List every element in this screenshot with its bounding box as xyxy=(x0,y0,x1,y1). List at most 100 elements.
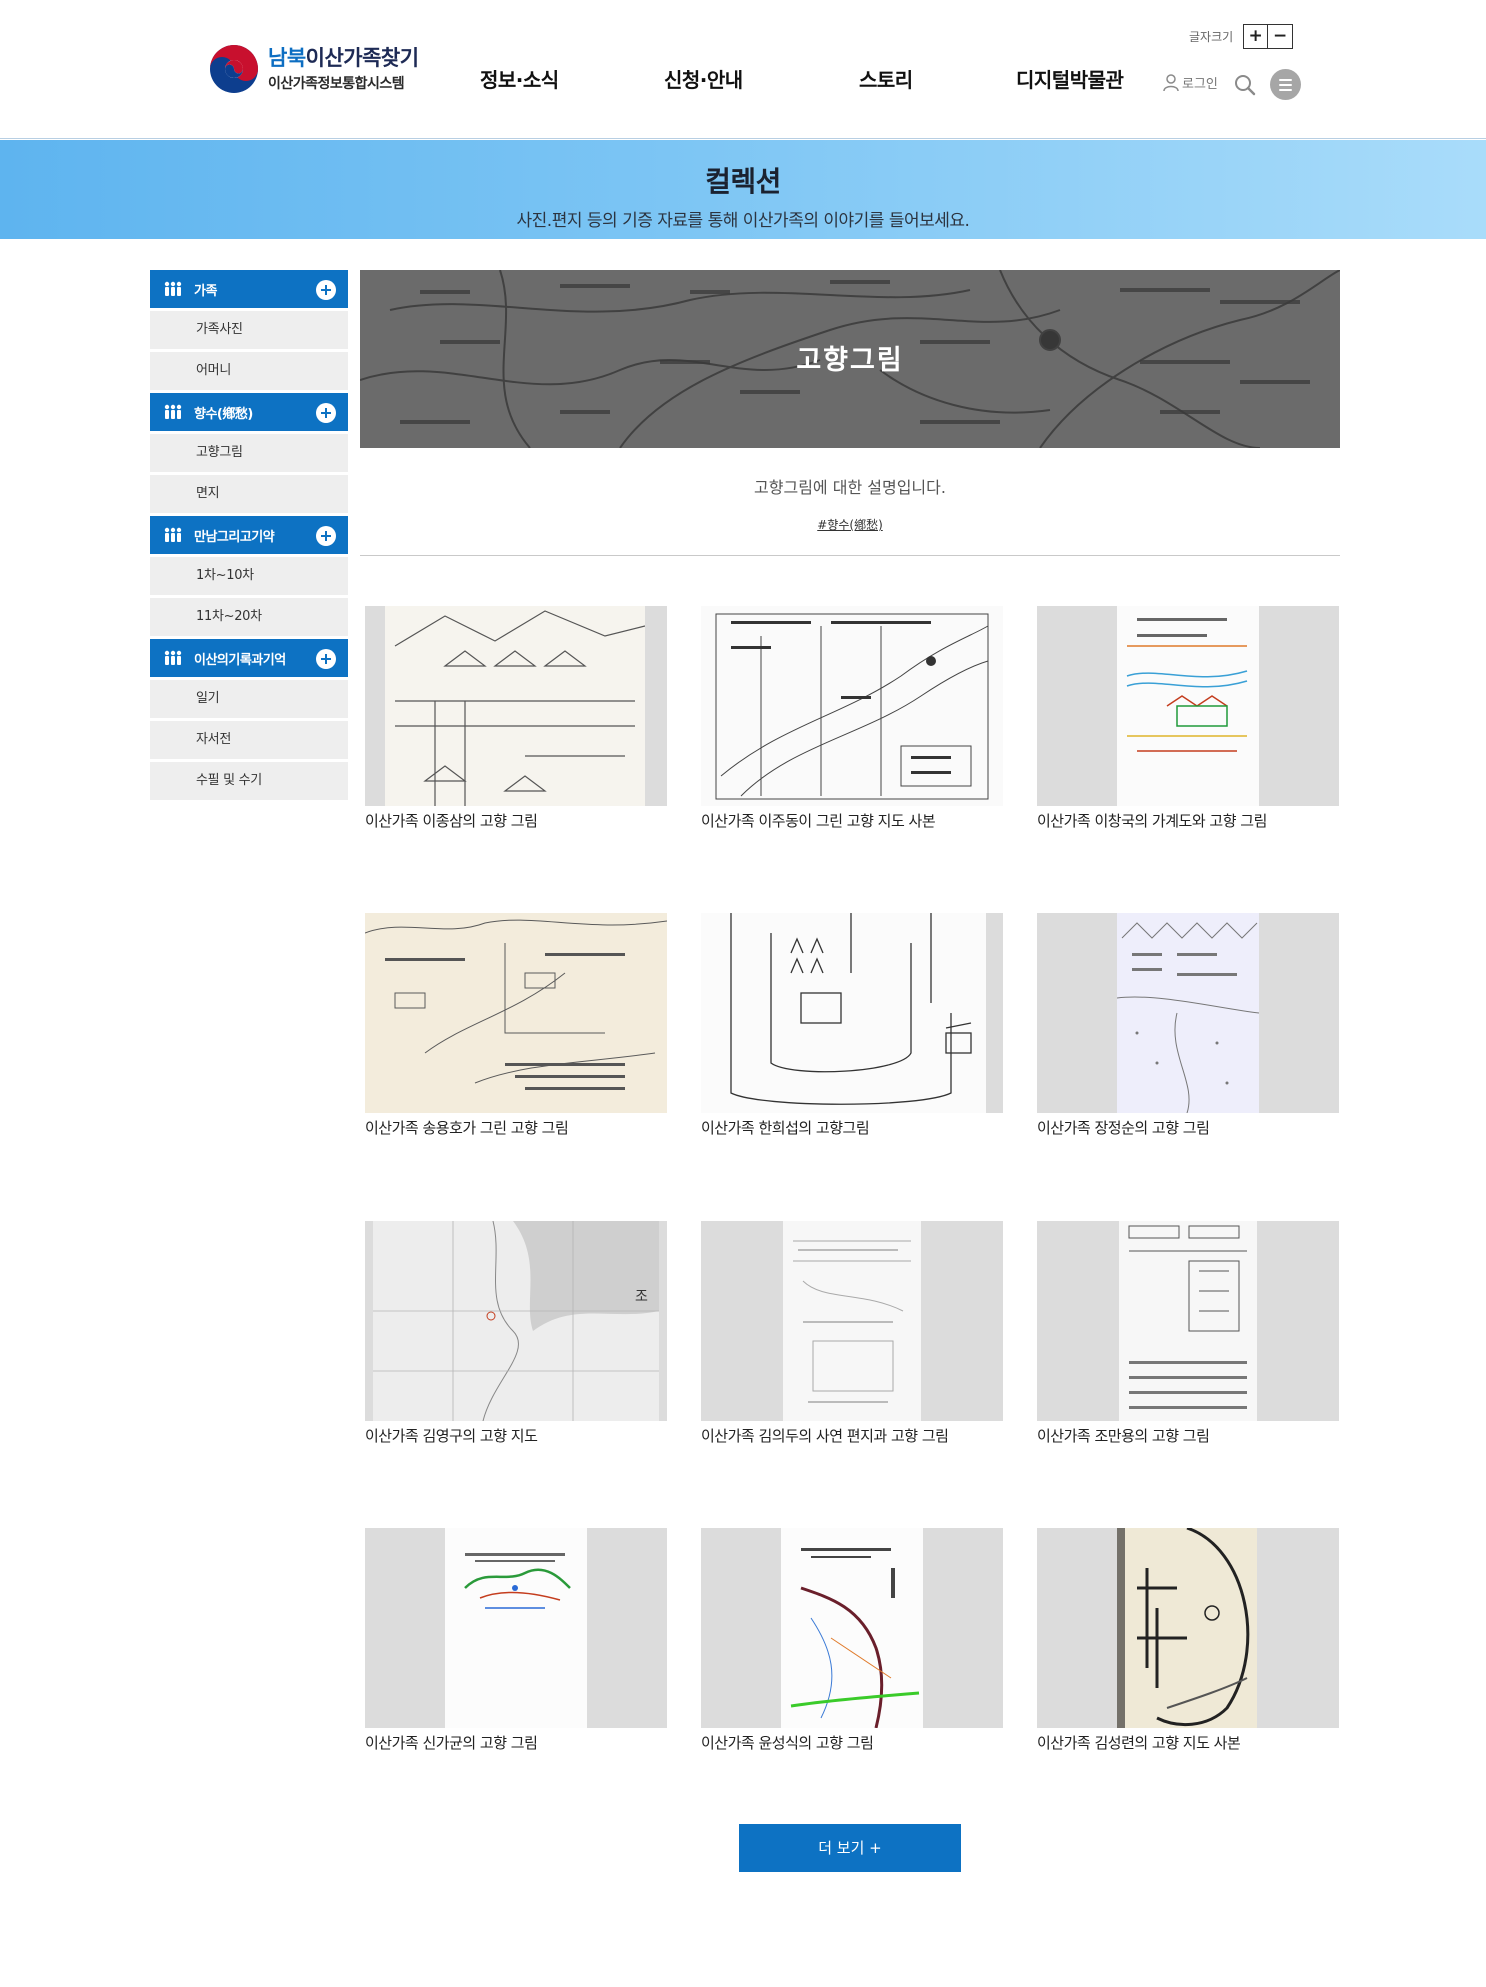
login-label: 로그인 xyxy=(1182,77,1218,92)
sidebar-group-label: 이산의기록과기억 xyxy=(194,652,286,668)
sidebar-group-label: 향수(鄕愁) xyxy=(194,406,253,422)
search-icon[interactable] xyxy=(1234,74,1256,96)
collection-card[interactable]: 이산가족 이주동이 그린 고향 지도 사본 xyxy=(701,606,1003,831)
collection-card[interactable]: 이산가족 조만용의 고향 그림 xyxy=(1037,1221,1339,1446)
collection-card[interactable]: 조 이산가족 김영구의 고향 지도 xyxy=(365,1221,667,1446)
thumbnail xyxy=(701,1528,1003,1728)
collection-card[interactable]: 이산가족 한희섭의 고향그림 xyxy=(701,913,1003,1138)
thumbnail xyxy=(701,913,1003,1113)
page-title: 컬렉션 xyxy=(705,165,781,198)
sidebar-item-hometown-drawing[interactable]: 고향그림 xyxy=(150,434,348,472)
drawing-image xyxy=(394,610,645,806)
sidebar-item-mother[interactable]: 어머니 xyxy=(150,352,348,390)
hamburger-menu-button[interactable] xyxy=(1270,69,1301,100)
sidebar-item-diary[interactable]: 일기 xyxy=(150,680,348,718)
card-title: 이산가족 윤성식의 고향 그림 xyxy=(701,1734,874,1752)
hamburger-icon-line xyxy=(1279,84,1292,86)
drawing-image xyxy=(1128,1225,1247,1409)
divider xyxy=(360,555,1340,556)
sidebar-item-essay[interactable]: 수필 및 수기 xyxy=(150,762,348,800)
card-title: 이산가족 김영구의 고향 지도 xyxy=(365,1427,538,1445)
card-title: 이산가족 이창국의 가계도와 고향 그림 xyxy=(1037,812,1267,830)
thumbnail xyxy=(1037,1221,1339,1421)
card-title: 이산가족 이종삼의 고향 그림 xyxy=(365,812,538,830)
login-link[interactable]: 로그인 xyxy=(1163,73,1218,92)
collection-card[interactable]: 이산가족 장정순의 고향 그림 xyxy=(1037,913,1339,1138)
card-title: 이산가족 김의두의 사연 편지과 고향 그림 xyxy=(701,1427,949,1445)
plus-circle-icon[interactable] xyxy=(316,280,336,300)
people-icon xyxy=(164,281,182,296)
side-navigation: 가족 가족사진 어머니 향수(鄕愁) 고향그림 면지 만남그리고기약 1차~10… xyxy=(150,270,348,803)
card-title: 이산가족 조만용의 고향 그림 xyxy=(1037,1427,1210,1445)
collection-card[interactable]: 이산가족 김성련의 고향 지도 사본 xyxy=(1037,1528,1339,1753)
sidebar-item-round-1-10[interactable]: 1차~10차 xyxy=(150,557,348,595)
drawing-image: 조 xyxy=(373,1221,659,1421)
svg-text:조: 조 xyxy=(635,1289,648,1305)
nav-item-apply-guide[interactable]: 신청·안내 xyxy=(664,64,743,93)
sidebar-group-family[interactable]: 가족 xyxy=(150,270,348,308)
tag-link[interactable]: #향수(鄕愁) xyxy=(817,518,883,532)
collection-card[interactable]: 이산가족 김의두의 사연 편지과 고향 그림 xyxy=(701,1221,1003,1446)
site-header: 남북이산가족찾기 이산가족정보통합시스템 정보·소식 신청·안내 스토리 디지털… xyxy=(0,0,1486,139)
sidebar-group-nostalgia[interactable]: 향수(鄕愁) xyxy=(150,393,348,431)
site-logo[interactable]: 남북이산가족찾기 이산가족정보통합시스템 xyxy=(208,43,419,95)
sidebar-item-family-photo[interactable]: 가족사진 xyxy=(150,311,348,349)
thumbnail xyxy=(1037,1528,1339,1728)
logo-title: 남북이산가족찾기 xyxy=(268,45,419,71)
plus-circle-icon[interactable] xyxy=(316,403,336,423)
sidebar-item-autobiography[interactable]: 자서전 xyxy=(150,721,348,759)
nav-item-story[interactable]: 스토리 xyxy=(859,64,913,93)
collection-description: 고향그림에 대한 설명입니다. xyxy=(754,478,946,497)
drawing-image xyxy=(715,613,989,800)
card-title: 이산가족 한희섭의 고향그림 xyxy=(701,1119,870,1137)
collection-banner: 고향그림 xyxy=(360,270,1340,448)
thumbnail xyxy=(1037,606,1339,806)
collection-card[interactable]: 이산가족 윤성식의 고향 그림 xyxy=(701,1528,1003,1753)
plus-circle-icon[interactable] xyxy=(316,526,336,546)
card-title: 이산가족 송용호가 그린 고향 그림 xyxy=(365,1119,569,1137)
card-title: 이산가족 신가균의 고향 그림 xyxy=(365,1734,538,1752)
card-title: 이산가족 김성련의 고향 지도 사본 xyxy=(1037,1734,1241,1752)
thumbnail xyxy=(365,1528,667,1728)
collection-card[interactable]: 이산가족 이창국의 가계도와 고향 그림 xyxy=(1037,606,1339,831)
logo-title-rest: 이산가족찾기 xyxy=(305,46,419,70)
plus-circle-icon[interactable] xyxy=(316,649,336,669)
drawing-image xyxy=(790,1548,920,1728)
collection-card[interactable]: 이산가족 송용호가 그린 고향 그림 xyxy=(365,913,667,1138)
user-icon xyxy=(1163,73,1179,91)
sidebar-group-label: 가족 xyxy=(194,283,217,299)
people-icon xyxy=(164,527,182,542)
sidebar-item-round-11-20[interactable]: 11차~20차 xyxy=(150,598,348,636)
font-size-increase-button[interactable]: + xyxy=(1243,24,1269,49)
thumbnail xyxy=(365,913,667,1113)
drawing-image xyxy=(1117,922,1259,1113)
taegeuk-logo-icon xyxy=(210,45,258,93)
logo-title-highlight: 남북 xyxy=(268,46,306,70)
sidebar-group-reunion[interactable]: 만남그리고기약 xyxy=(150,516,348,554)
collection-tag: #향수(鄕愁) xyxy=(360,516,1340,533)
card-title: 이산가족 장정순의 고향 그림 xyxy=(1037,1119,1210,1137)
nav-item-digital-museum[interactable]: 디지털박물관 xyxy=(1016,64,1124,93)
font-size-decrease-button[interactable]: − xyxy=(1268,24,1294,49)
hamburger-icon-line xyxy=(1279,89,1292,91)
sidebar-group-records[interactable]: 이산의기록과기억 xyxy=(150,639,348,677)
drawing-image xyxy=(1126,618,1248,752)
sidebar-group-label: 만남그리고기약 xyxy=(194,529,275,545)
people-icon xyxy=(164,404,182,419)
hamburger-icon xyxy=(1279,79,1292,81)
people-icon xyxy=(164,650,182,665)
nav-item-info-news[interactable]: 정보·소식 xyxy=(480,64,559,93)
drawing-image xyxy=(793,1240,911,1403)
logo-subtitle: 이산가족정보통합시스템 xyxy=(268,76,405,92)
thumbnail xyxy=(701,606,1003,806)
thumbnail xyxy=(1037,913,1339,1113)
sidebar-item-endpaper[interactable]: 면지 xyxy=(150,475,348,513)
font-size-control: 글자크기 + − xyxy=(1189,24,1294,49)
drawing-image xyxy=(365,919,667,1090)
thumbnail xyxy=(365,606,667,806)
load-more-button[interactable]: 더 보기 + xyxy=(739,1824,961,1872)
thumbnail: 조 xyxy=(365,1221,667,1421)
collection-card[interactable]: 이산가족 이종삼의 고향 그림 xyxy=(365,606,667,831)
drawing-image xyxy=(1117,1528,1250,1728)
collection-card[interactable]: 이산가족 신가균의 고향 그림 xyxy=(365,1528,667,1753)
